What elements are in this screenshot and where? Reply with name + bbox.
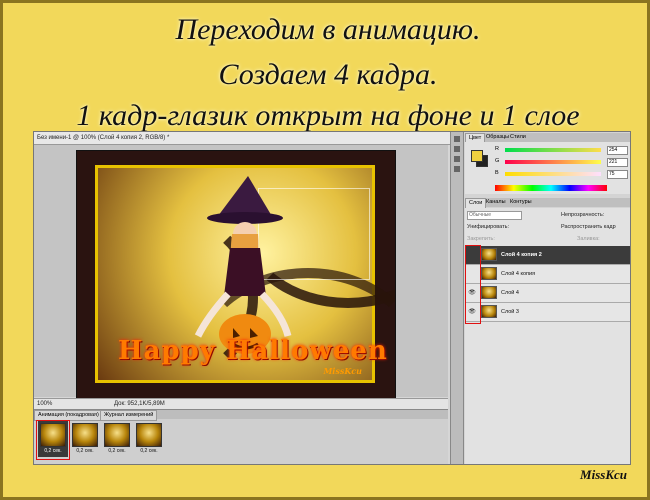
layer-name: Слой 4 копия [501, 271, 536, 277]
canvas-area[interactable]: Happy Halloween MissKcu [34, 145, 448, 399]
layer-row[interactable]: 👁 Слой 3 [465, 303, 630, 322]
layer-row[interactable]: Слой 4 копия 2 [465, 246, 630, 265]
actions-icon[interactable] [454, 146, 460, 152]
r-value[interactable]: 254 [607, 146, 628, 155]
foreground-color-swatch[interactable] [471, 150, 483, 162]
layer-name: Слой 4 копия 2 [501, 252, 542, 258]
lock-label: Закрепить: [467, 236, 495, 242]
tab-measurement-log[interactable]: Журнал измерений [100, 410, 158, 421]
frame-highlight [36, 420, 70, 460]
color-spectrum[interactable] [495, 185, 607, 191]
animation-frame[interactable]: 0,2 сек. [70, 421, 100, 457]
channel-b: B 75 [495, 170, 630, 179]
animation-frame[interactable]: 0,2 сек. [102, 421, 132, 457]
layer-row[interactable]: Слой 4 копия [465, 265, 630, 284]
fill-label: Заливка: [577, 236, 600, 242]
panel-icon-strip [451, 132, 464, 464]
opacity-label: Непрозрачность: [561, 212, 605, 218]
channel-g: G 221 [495, 158, 630, 167]
layer-thumbnail [481, 286, 497, 299]
b-slider[interactable] [505, 172, 601, 176]
history-icon[interactable] [454, 136, 460, 142]
info-icon[interactable] [454, 156, 460, 162]
unify-label: Унифицировать: [467, 224, 510, 230]
visibility-highlight [465, 245, 481, 324]
b-value[interactable]: 75 [607, 170, 628, 179]
heading-line-1: Переходим в анимацию. [175, 13, 481, 46]
frame-thumbnail [136, 423, 162, 447]
layer-name: Слой 4 [501, 290, 519, 296]
frame-delay[interactable]: 0,2 сек. [72, 448, 98, 454]
animation-frames: 0,2 сек. 0,2 сек. 0,2 сек. 0,2 сек. [34, 420, 448, 461]
frame-delay[interactable]: 0,2 сек. [136, 448, 162, 454]
layer-thumbnail [481, 267, 497, 280]
layer-row[interactable]: 👁 Слой 4 [465, 284, 630, 303]
layer-thumbnail [481, 305, 497, 318]
document-info: Док: 952,1K/5,89M [114, 401, 165, 407]
tutorial-frame: Переходим в анимацию. Создаем 4 кадра. 1… [0, 0, 650, 500]
color-panel-tabs: Цвет Образцы Стили [465, 133, 630, 144]
zoom-level[interactable]: 100% [37, 399, 52, 409]
channel-r: R 254 [495, 146, 630, 155]
heading-line-2: Создаем 4 кадра. [218, 58, 438, 91]
animation-tabs: Анимация (покадровая) Журнал измерений [34, 410, 448, 421]
frame-thumbnail [104, 423, 130, 447]
artwork-inner-frame: Happy Halloween MissKcu [95, 165, 395, 388]
document-tab[interactable]: Без имени-1 @ 100% (Слой 4 копия 2, RGB/… [34, 132, 451, 145]
channel-label: B [495, 170, 499, 176]
layer-name: Слой 3 [501, 309, 519, 315]
g-slider[interactable] [505, 160, 601, 164]
halloween-artwork: Happy Halloween MissKcu [76, 150, 396, 399]
animation-panel: Анимация (покадровая) Журнал измерений 0… [34, 409, 448, 464]
right-panels: Цвет Образцы Стили R 254 G 221 B 75 Слои… [450, 132, 630, 464]
happy-halloween-text: Happy Halloween [118, 336, 388, 366]
color-panel: R 254 G 221 B 75 [465, 142, 630, 194]
r-slider[interactable] [505, 148, 601, 152]
layers-panel: Обычные Непрозрачность: Унифицировать: Р… [465, 208, 630, 464]
layers-panel-tabs: Слои Каналы Контуры [465, 198, 630, 209]
tab-styles[interactable]: Стили [507, 133, 529, 142]
layer-thumbnail [481, 248, 497, 261]
artwork-signature: MissKcu [323, 366, 362, 376]
author-signature: MissKcu [580, 467, 627, 482]
animation-frame[interactable]: 0,2 сек. [134, 421, 164, 457]
blend-mode-select[interactable]: Обычные [467, 211, 522, 220]
heading-line-3: 1 кадр-глазик открыт на фоне и 1 слое [76, 99, 580, 132]
channel-label: G [495, 158, 500, 164]
g-value[interactable]: 221 [607, 158, 628, 167]
photoshop-window: Без имени-1 @ 100% (Слой 4 копия 2, RGB/… [33, 131, 631, 465]
tab-channels[interactable]: Каналы [483, 198, 509, 207]
tab-paths[interactable]: Контуры [507, 198, 535, 207]
propagate-frame-checkbox[interactable]: Распространить кадр [561, 224, 616, 230]
frame-thumbnail [72, 423, 98, 447]
status-bar: 100% Док: 952,1K/5,89M [34, 398, 448, 409]
brushes-icon[interactable] [454, 166, 460, 172]
channel-label: R [495, 146, 499, 152]
frame-delay[interactable]: 0,2 сек. [104, 448, 130, 454]
